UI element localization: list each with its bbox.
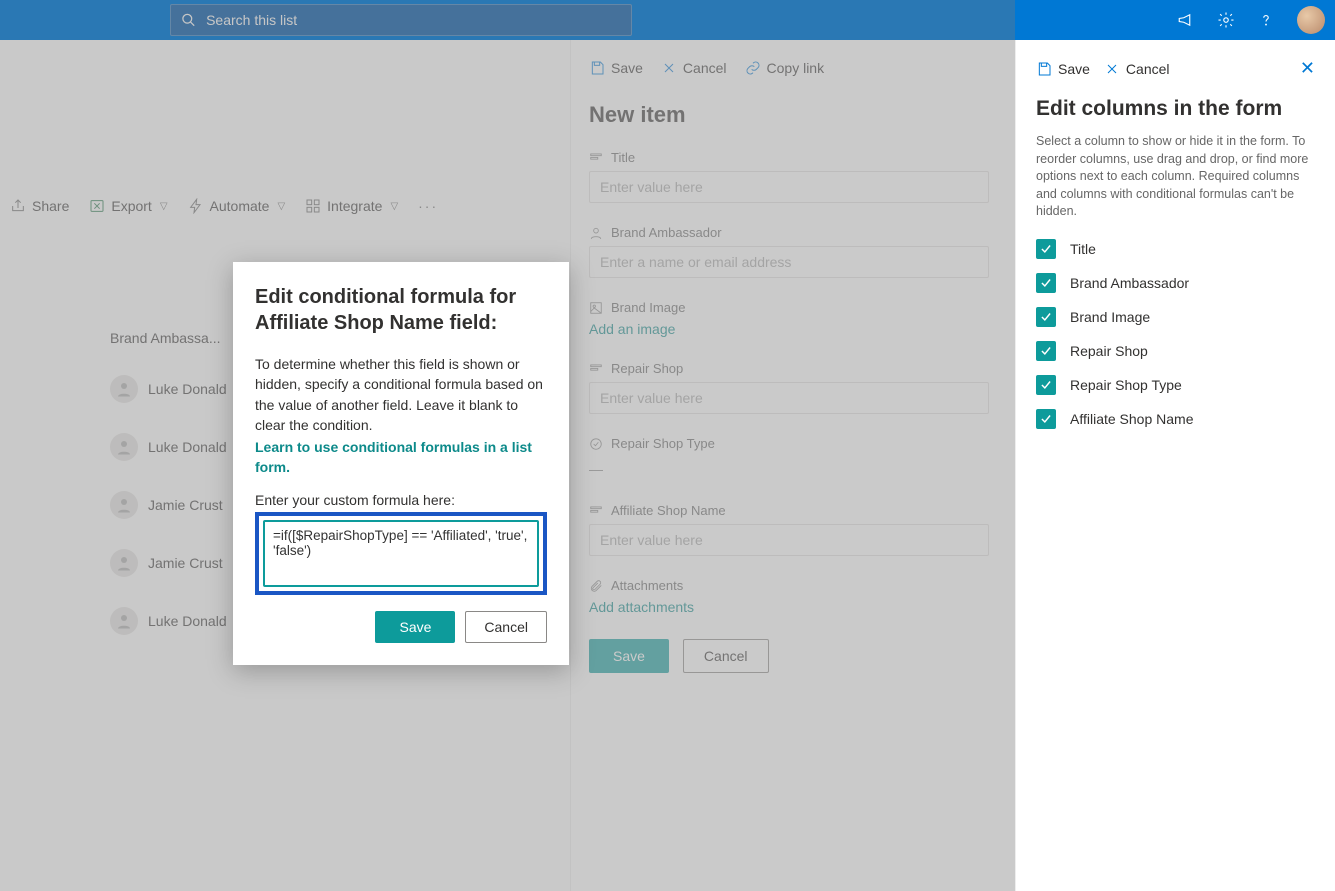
modal-title: Edit conditional formula for Affiliate S… [255,284,547,336]
formula-field-label: Enter your custom formula here: [255,492,547,508]
checkbox-checked-icon[interactable] [1036,273,1056,293]
editcols-item-label: Repair Shop [1070,343,1148,359]
help-icon[interactable] [1257,11,1275,29]
editcols-item-label: Title [1070,241,1096,257]
megaphone-icon[interactable] [1177,11,1195,29]
modal-description: To determine whether this field is shown… [255,354,547,435]
editcols-cancel-label: Cancel [1126,61,1170,77]
modal-help-link[interactable]: Learn to use conditional formulas in a l… [255,437,547,478]
editcols-item-label: Brand Image [1070,309,1150,325]
editcols-item-ambassador[interactable]: Brand Ambassador [1036,273,1315,293]
editcols-item-label: Affiliate Shop Name [1070,411,1193,427]
checkbox-checked-icon[interactable] [1036,307,1056,327]
formula-textarea[interactable] [265,522,537,580]
checkbox-checked-icon[interactable] [1036,409,1056,429]
editcols-item-repairshop[interactable]: Repair Shop [1036,341,1315,361]
checkbox-checked-icon[interactable] [1036,341,1056,361]
editcols-item-repairshoptype[interactable]: Repair Shop Type [1036,375,1315,395]
save-icon [1036,61,1052,77]
close-icon [1104,61,1120,77]
editcols-item-brandimage[interactable]: Brand Image [1036,307,1315,327]
editcols-cancel-button[interactable]: Cancel [1104,61,1170,77]
modal-save-button[interactable]: Save [375,611,455,643]
editcols-item-label: Repair Shop Type [1070,377,1182,393]
checkbox-checked-icon[interactable] [1036,239,1056,259]
header-actions [1177,6,1325,34]
edit-columns-panel: Save Cancel ✕ Edit columns in the form S… [1015,40,1335,891]
editcols-save-button[interactable]: Save [1036,61,1090,77]
editcols-close-button[interactable]: ✕ [1300,58,1315,79]
modal-cancel-button[interactable]: Cancel [465,611,547,643]
user-avatar[interactable] [1297,6,1325,34]
editcols-item-label: Brand Ambassador [1070,275,1189,291]
gear-icon[interactable] [1217,11,1235,29]
editcols-description: Select a column to show or hide it in th… [1036,133,1315,221]
conditional-formula-modal: Edit conditional formula for Affiliate S… [233,262,569,665]
checkbox-checked-icon[interactable] [1036,375,1056,395]
editcols-item-affiliate[interactable]: Affiliate Shop Name [1036,409,1315,429]
editcols-save-label: Save [1058,61,1090,77]
editcols-title: Edit columns in the form [1036,97,1315,121]
editcols-item-title[interactable]: Title [1036,239,1315,259]
formula-highlight [255,512,547,595]
